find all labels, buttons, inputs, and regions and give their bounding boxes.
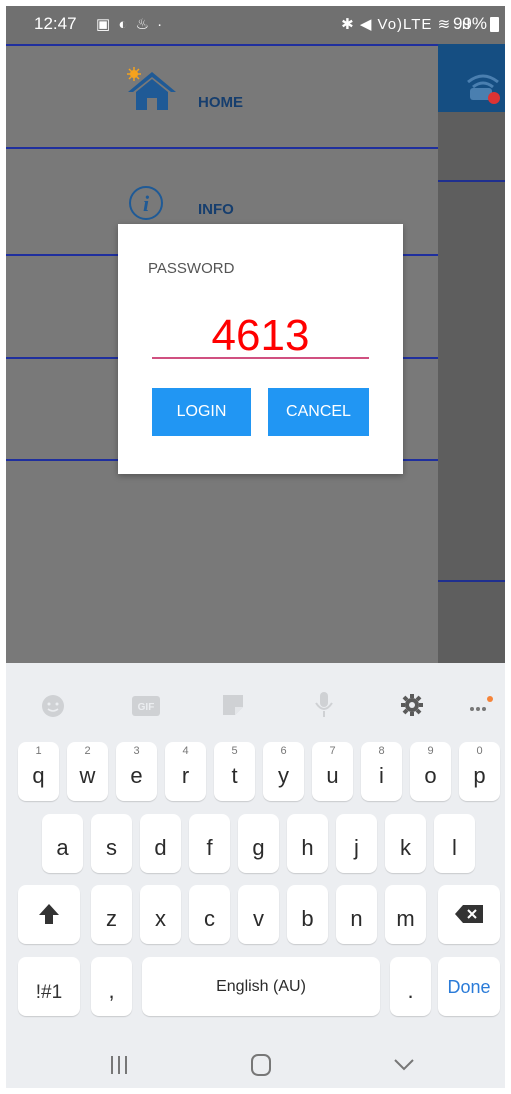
password-input[interactable]: 4613 bbox=[152, 314, 369, 358]
key-q[interactable]: 1q bbox=[18, 742, 59, 801]
inverter-wifi-icon[interactable] bbox=[464, 68, 502, 106]
comma-key[interactable]: , bbox=[91, 957, 132, 1016]
key-g[interactable]: g bbox=[238, 814, 279, 873]
password-input-underline bbox=[152, 357, 369, 359]
notification-icons: ▣ ◐ ♨ · bbox=[96, 16, 165, 33]
drawer-divider bbox=[6, 147, 438, 149]
shift-key[interactable] bbox=[18, 885, 80, 944]
chevron-down-icon[interactable] bbox=[394, 1059, 414, 1071]
recent-apps-icon[interactable] bbox=[110, 1055, 128, 1075]
space-key[interactable]: English (AU) bbox=[142, 957, 380, 1016]
key-h[interactable]: h bbox=[287, 814, 328, 873]
key-j[interactable]: j bbox=[336, 814, 377, 873]
svg-text:i: i bbox=[143, 191, 150, 216]
drawer-item-label: INFO bbox=[198, 201, 234, 218]
key-p[interactable]: 0p bbox=[459, 742, 500, 801]
key-i[interactable]: 8i bbox=[361, 742, 402, 801]
battery-percent: 99% bbox=[452, 14, 487, 33]
key-l[interactable]: l bbox=[434, 814, 475, 873]
key-b[interactable]: b bbox=[287, 885, 328, 944]
drawer-divider bbox=[6, 44, 438, 46]
key-u[interactable]: 7u bbox=[312, 742, 353, 801]
key-v[interactable]: v bbox=[238, 885, 279, 944]
done-key[interactable]: Done bbox=[438, 957, 500, 1016]
key-m[interactable]: m bbox=[385, 885, 426, 944]
home-nav-icon[interactable] bbox=[251, 1054, 271, 1076]
mic-icon[interactable] bbox=[314, 691, 334, 719]
password-label: PASSWORD bbox=[148, 260, 235, 277]
settings-icon[interactable] bbox=[400, 693, 424, 717]
cancel-button[interactable]: CANCEL bbox=[268, 388, 369, 436]
login-button[interactable]: LOGIN bbox=[152, 388, 251, 436]
password-dialog: PASSWORD 4613 LOGIN CANCEL bbox=[118, 224, 403, 474]
key-z[interactable]: z bbox=[91, 885, 132, 944]
symbols-key[interactable]: !#1 bbox=[18, 957, 80, 1016]
key-s[interactable]: s bbox=[91, 814, 132, 873]
info-icon: i bbox=[129, 186, 163, 220]
content-divider bbox=[438, 180, 505, 182]
key-r[interactable]: 4r bbox=[165, 742, 206, 801]
gif-icon[interactable]: GIF bbox=[132, 696, 160, 716]
key-e[interactable]: 3e bbox=[116, 742, 157, 801]
drawer-item-label: HOME bbox=[198, 94, 243, 111]
sticker-icon[interactable] bbox=[221, 693, 245, 717]
status-indicator-icons: ✱ ◀ Vo)LTE ≋ .ıl bbox=[341, 16, 471, 33]
status-bar: 12:47 ▣ ◐ ♨ · ✱ ◀ Vo)LTE ≋ .ıl 99% bbox=[6, 6, 505, 44]
key-c[interactable]: c bbox=[189, 885, 230, 944]
shift-icon bbox=[39, 904, 59, 924]
key-a[interactable]: a bbox=[42, 814, 83, 873]
period-key[interactable]: . bbox=[390, 957, 431, 1016]
phone-screen: 12:47 ▣ ◐ ♨ · ✱ ◀ Vo)LTE ≋ .ıl 99% HOME bbox=[6, 6, 505, 1088]
key-w[interactable]: 2w bbox=[67, 742, 108, 801]
backspace-key[interactable] bbox=[438, 885, 500, 944]
svg-text:GIF: GIF bbox=[138, 702, 155, 713]
key-k[interactable]: k bbox=[385, 814, 426, 873]
battery-icon bbox=[490, 17, 499, 32]
content-divider bbox=[438, 580, 505, 582]
key-x[interactable]: x bbox=[140, 885, 181, 944]
home-icon bbox=[127, 67, 176, 110]
key-f[interactable]: f bbox=[189, 814, 230, 873]
soft-keyboard: GIF 1q 2w 3e 4r 5t 6y 7u 8i 9 o 0 p a s … bbox=[6, 663, 505, 1088]
backspace-icon bbox=[455, 905, 483, 923]
key-n[interactable]: n bbox=[336, 885, 377, 944]
key-t[interactable]: 5t bbox=[214, 742, 255, 801]
status-time: 12:47 bbox=[34, 14, 77, 33]
key-d[interactable]: d bbox=[140, 814, 181, 873]
key-y[interactable]: 6y bbox=[263, 742, 304, 801]
more-icon[interactable] bbox=[468, 693, 496, 717]
key-o[interactable]: 9o bbox=[410, 742, 451, 801]
emoji-icon[interactable] bbox=[41, 694, 65, 718]
